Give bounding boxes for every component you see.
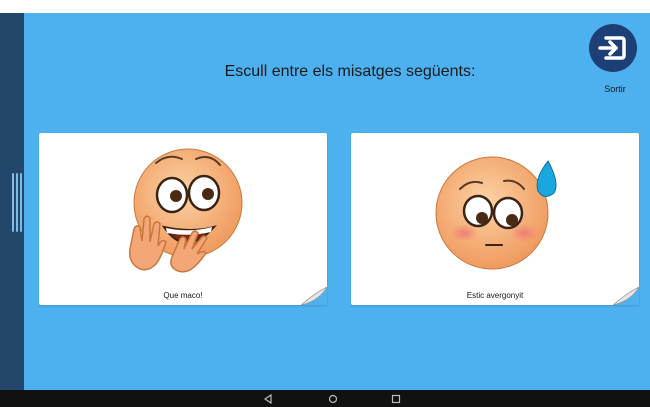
recents-icon[interactable] xyxy=(390,393,402,405)
exit-button[interactable] xyxy=(589,24,637,72)
card-label: Estic avergonyit xyxy=(466,291,524,300)
message-card-estic-avergonyit[interactable]: Estic avergonyit xyxy=(351,133,639,305)
logout-icon xyxy=(598,36,626,60)
page-title: Escull entre els misatges següents: xyxy=(224,63,476,80)
back-icon[interactable] xyxy=(262,393,274,405)
drawer-handle[interactable] xyxy=(12,173,22,232)
message-card-que-maco[interactable]: Que maco! xyxy=(39,133,327,305)
exit-label: Sortir xyxy=(604,84,626,94)
home-icon[interactable] xyxy=(327,393,339,405)
card-label: Que maco! xyxy=(163,291,203,300)
embarrassed-sweat-emoji-icon xyxy=(435,156,557,270)
android-nav-bar xyxy=(0,390,650,407)
happy-clapping-emoji-icon xyxy=(128,148,243,273)
